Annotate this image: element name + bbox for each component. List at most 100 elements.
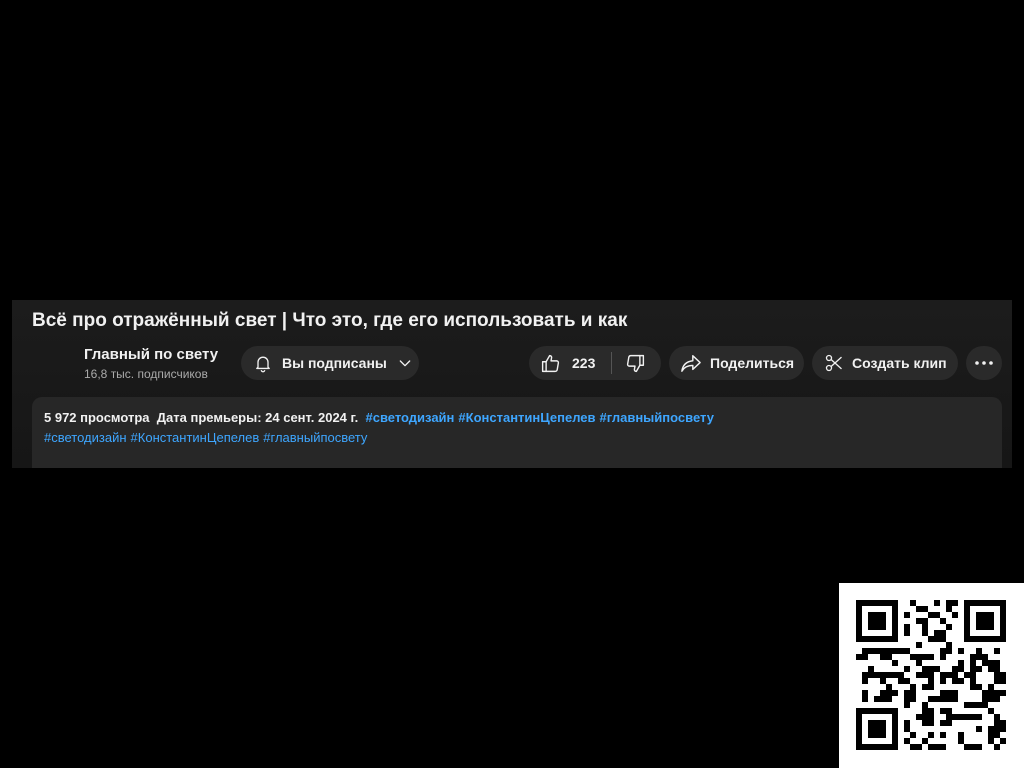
qr-module <box>922 720 928 726</box>
qr-module <box>910 696 916 702</box>
qr-module <box>964 600 970 606</box>
qr-module <box>958 738 964 744</box>
qr-module <box>916 672 922 678</box>
qr-module <box>874 720 880 726</box>
description-line-1: 5 972 просмотра Дата премьеры: 24 сент. … <box>44 408 990 428</box>
qr-module <box>982 690 988 696</box>
qr-module <box>1000 720 1006 726</box>
qr-module <box>976 624 982 630</box>
qr-module <box>910 690 916 696</box>
qr-module <box>928 612 934 618</box>
share-button[interactable]: Поделиться <box>669 346 804 380</box>
qr-module <box>904 678 910 684</box>
qr-module <box>868 744 874 750</box>
qr-module <box>880 744 886 750</box>
qr-module <box>964 702 970 708</box>
qr-module <box>892 732 898 738</box>
qr-code <box>839 583 1024 768</box>
qr-module <box>976 684 982 690</box>
qr-module <box>970 636 976 642</box>
qr-module <box>988 738 994 744</box>
create-clip-button[interactable]: Создать клип <box>812 346 958 380</box>
like-button[interactable]: 223 <box>529 346 595 380</box>
qr-module <box>922 738 928 744</box>
qr-module <box>988 636 994 642</box>
channel-info[interactable]: Главный по свету 16,8 тыс. подписчиков <box>84 346 218 381</box>
qr-module <box>910 732 916 738</box>
subscribed-button[interactable]: Вы подписаны <box>241 346 419 380</box>
qr-module <box>928 720 934 726</box>
like-dislike-group: 223 <box>529 346 661 380</box>
qr-module <box>934 744 940 750</box>
qr-module <box>934 666 940 672</box>
premiere-date: Дата премьеры: 24 сент. 2024 г. <box>156 410 359 425</box>
qr-module <box>904 666 910 672</box>
qr-module <box>916 714 922 720</box>
qr-module <box>940 720 946 726</box>
qr-module <box>916 618 922 624</box>
hashtag-link[interactable]: #КонстантинЦепелев <box>131 430 260 445</box>
qr-module <box>964 636 970 642</box>
more-horizontal-icon <box>974 360 994 366</box>
qr-module <box>886 648 892 654</box>
qr-module <box>988 618 994 624</box>
more-actions-button[interactable] <box>966 346 1002 380</box>
qr-module <box>994 672 1000 678</box>
qr-module <box>928 714 934 720</box>
qr-module <box>898 648 904 654</box>
hashtag-link[interactable]: #главныйпосвету <box>263 430 367 445</box>
qr-module <box>874 732 880 738</box>
qr-module <box>916 744 922 750</box>
create-clip-label: Создать клип <box>852 355 947 371</box>
qr-module <box>1000 672 1006 678</box>
qr-module <box>940 636 946 642</box>
qr-module <box>892 600 898 606</box>
qr-module <box>922 654 928 660</box>
qr-module <box>952 678 958 684</box>
qr-module <box>994 726 1000 732</box>
qr-module <box>928 708 934 714</box>
qr-module <box>976 666 982 672</box>
qr-module <box>934 636 940 642</box>
qr-module <box>880 678 886 684</box>
hashtag-link[interactable]: #главныйпосвету <box>600 410 714 425</box>
qr-module <box>952 612 958 618</box>
qr-module <box>952 666 958 672</box>
qr-module <box>946 672 952 678</box>
qr-module <box>928 732 934 738</box>
qr-module <box>946 606 952 612</box>
qr-module <box>880 672 886 678</box>
qr-module <box>982 618 988 624</box>
qr-module <box>988 612 994 618</box>
qr-module <box>922 702 928 708</box>
qr-module <box>922 606 928 612</box>
qr-module <box>982 612 988 618</box>
description-box[interactable]: 5 972 просмотра Дата премьеры: 24 сент. … <box>32 397 1002 468</box>
qr-module <box>988 624 994 630</box>
qr-module <box>922 672 928 678</box>
hashtag-link[interactable]: #светодизайн <box>365 410 454 425</box>
qr-module <box>988 684 994 690</box>
qr-module <box>868 708 874 714</box>
qr-module <box>970 654 976 660</box>
qr-module <box>946 624 952 630</box>
qr-module <box>1000 606 1006 612</box>
video-info-panel: Всё про отражённый свет | Что это, где е… <box>12 300 1012 468</box>
qr-module <box>886 708 892 714</box>
qr-module <box>940 696 946 702</box>
channel-name[interactable]: Главный по свету <box>84 346 218 363</box>
qr-module <box>1000 678 1006 684</box>
qr-module <box>898 672 904 678</box>
qr-module <box>904 696 910 702</box>
qr-module <box>886 744 892 750</box>
thumbs-up-icon <box>540 353 561 374</box>
qr-module <box>880 696 886 702</box>
qr-module <box>868 726 874 732</box>
qr-module <box>964 630 970 636</box>
dislike-button[interactable] <box>612 346 646 380</box>
qr-module <box>892 672 898 678</box>
hashtag-link[interactable]: #КонстантинЦепелев <box>458 410 595 425</box>
qr-module <box>916 606 922 612</box>
hashtag-link[interactable]: #светодизайн <box>44 430 127 445</box>
thumbs-down-icon <box>625 353 646 374</box>
